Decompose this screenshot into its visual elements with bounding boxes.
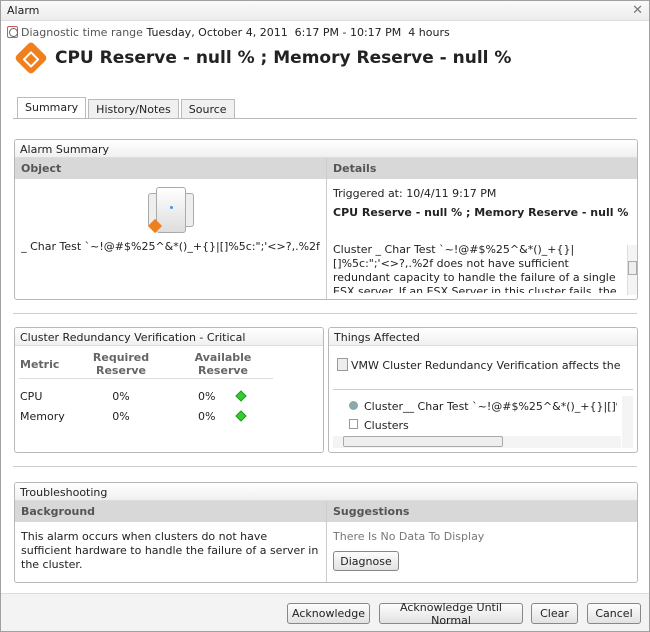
tab-divider [13,118,637,119]
details-header: Details [327,158,637,179]
required: 0% [112,390,130,403]
clear-button[interactable]: Clear [531,603,578,624]
available: 0% [198,390,216,403]
background-text: This alarm occurs when clusters do not h… [21,530,319,571]
redundancy-title: Cluster Redundancy Verification - Critic… [15,328,323,346]
list-item[interactable]: Clusters [349,419,409,432]
available: 0% [198,410,216,423]
status-ok-icon [235,410,248,422]
cluster-gear-icon [349,401,358,410]
background-column: Background This alarm occurs when cluste… [15,501,327,582]
clock-icon [7,26,18,38]
alarm-diamond-icon [14,41,48,75]
diagnose-button[interactable]: Diagnose [333,551,399,571]
acknowledge-until-normal-button[interactable]: Acknowledge Until Normal [379,601,523,627]
metric: CPU [20,390,43,403]
tab-history-notes[interactable]: History/Notes [88,99,179,118]
affected-tree: Cluster__ Char Test `~!@#$%25^&*()_+{}|[… [329,390,637,448]
list-item[interactable]: Cluster__ Char Test `~!@#$%25^&*()_+{}|[… [349,400,617,413]
table-row: Memory 0% 0% [19,407,273,427]
required: 0% [112,410,130,423]
suggestions-column: Suggestions There Is No Data To Display … [327,501,637,582]
affected-summary: VMW Cluster Redundancy Verification affe… [333,346,633,390]
metric-header: Metric [20,357,60,371]
cluster-icon [337,358,348,371]
redundancy-panel: Cluster Redundancy Verification - Critic… [14,327,324,453]
time-range-value: Tuesday, October 4, 2011 6:17 PM - 10:17… [146,26,450,39]
details-column: Details Triggered at: 10/4/11 9:17 PM CP… [327,158,637,299]
alarm-title: CPU Reserve - null % ; Memory Reserve - … [55,48,512,68]
troubleshooting-panel: Troubleshooting Background This alarm oc… [14,482,638,583]
affected-item-label: Clusters [364,419,409,432]
available-header: Available Reserve [194,351,252,377]
close-icon[interactable]: ✕ [632,3,643,18]
clusters-icon [349,419,358,429]
table-row: CPU 0% 0% [19,387,273,407]
details-scrollbar[interactable] [627,245,637,295]
alarm-summary-panel: Alarm Summary Object _ Char Test `~!@#$%… [14,139,638,300]
section-divider [13,466,637,467]
metric: Memory [20,410,65,423]
tab-summary[interactable]: Summary [17,97,87,118]
things-affected-panel: Things Affected VMW Cluster Redundancy V… [328,327,638,453]
tab-bar: Summary History/Notes Source [17,97,235,118]
title-bar: Alarm [1,1,649,21]
details-title: CPU Reserve - null % ; Memory Reserve - … [333,206,629,219]
suggestions-empty-text: There Is No Data To Display [333,530,485,543]
suggestions-header: Suggestions [327,501,637,522]
affected-summary-text: VMW Cluster Redundancy Verification affe… [351,359,621,372]
vertical-scrollbar[interactable] [622,396,633,448]
status-ok-icon [235,390,248,402]
object-header: Object [15,158,326,179]
cluster-icon [15,187,326,237]
horizontal-scrollbar[interactable] [333,436,621,448]
alarm-heading: CPU Reserve - null % ; Memory Reserve - … [14,41,512,75]
troubleshooting-title: Troubleshooting [15,483,637,501]
triggered-at: Triggered at: 10/4/11 9:17 PM [333,187,497,200]
window-title: Alarm [7,4,40,17]
background-header: Background [15,501,326,522]
cancel-button[interactable]: Cancel [587,603,641,624]
object-name[interactable]: _ Char Test `~!@#$%25^&*()_+{}|[]%5c:";'… [15,240,326,253]
affected-item-label: Cluster__ Char Test `~!@#$%25^&*()_+{}|[… [364,400,617,413]
section-divider [13,313,637,314]
time-range-label: Diagnostic time range [21,26,143,39]
object-column: Object _ Char Test `~!@#$%25^&*()_+{}|[]… [15,158,327,299]
alarm-summary-title: Alarm Summary [15,140,637,158]
tab-source[interactable]: Source [180,99,235,118]
things-affected-title: Things Affected [329,328,637,346]
details-text: Cluster _ Char Test `~!@#$%25^&*()_+{}|[… [333,243,617,293]
acknowledge-button[interactable]: Acknowledge [287,603,370,624]
required-header: Required Reserve [92,351,150,377]
time-range[interactable]: Diagnostic time range Tuesday, October 4… [7,26,450,39]
alarm-dialog: Alarm ✕ Diagnostic time range Tuesday, O… [0,0,650,632]
redundancy-table: Metric Required Reserve Available Reserv… [19,350,273,427]
